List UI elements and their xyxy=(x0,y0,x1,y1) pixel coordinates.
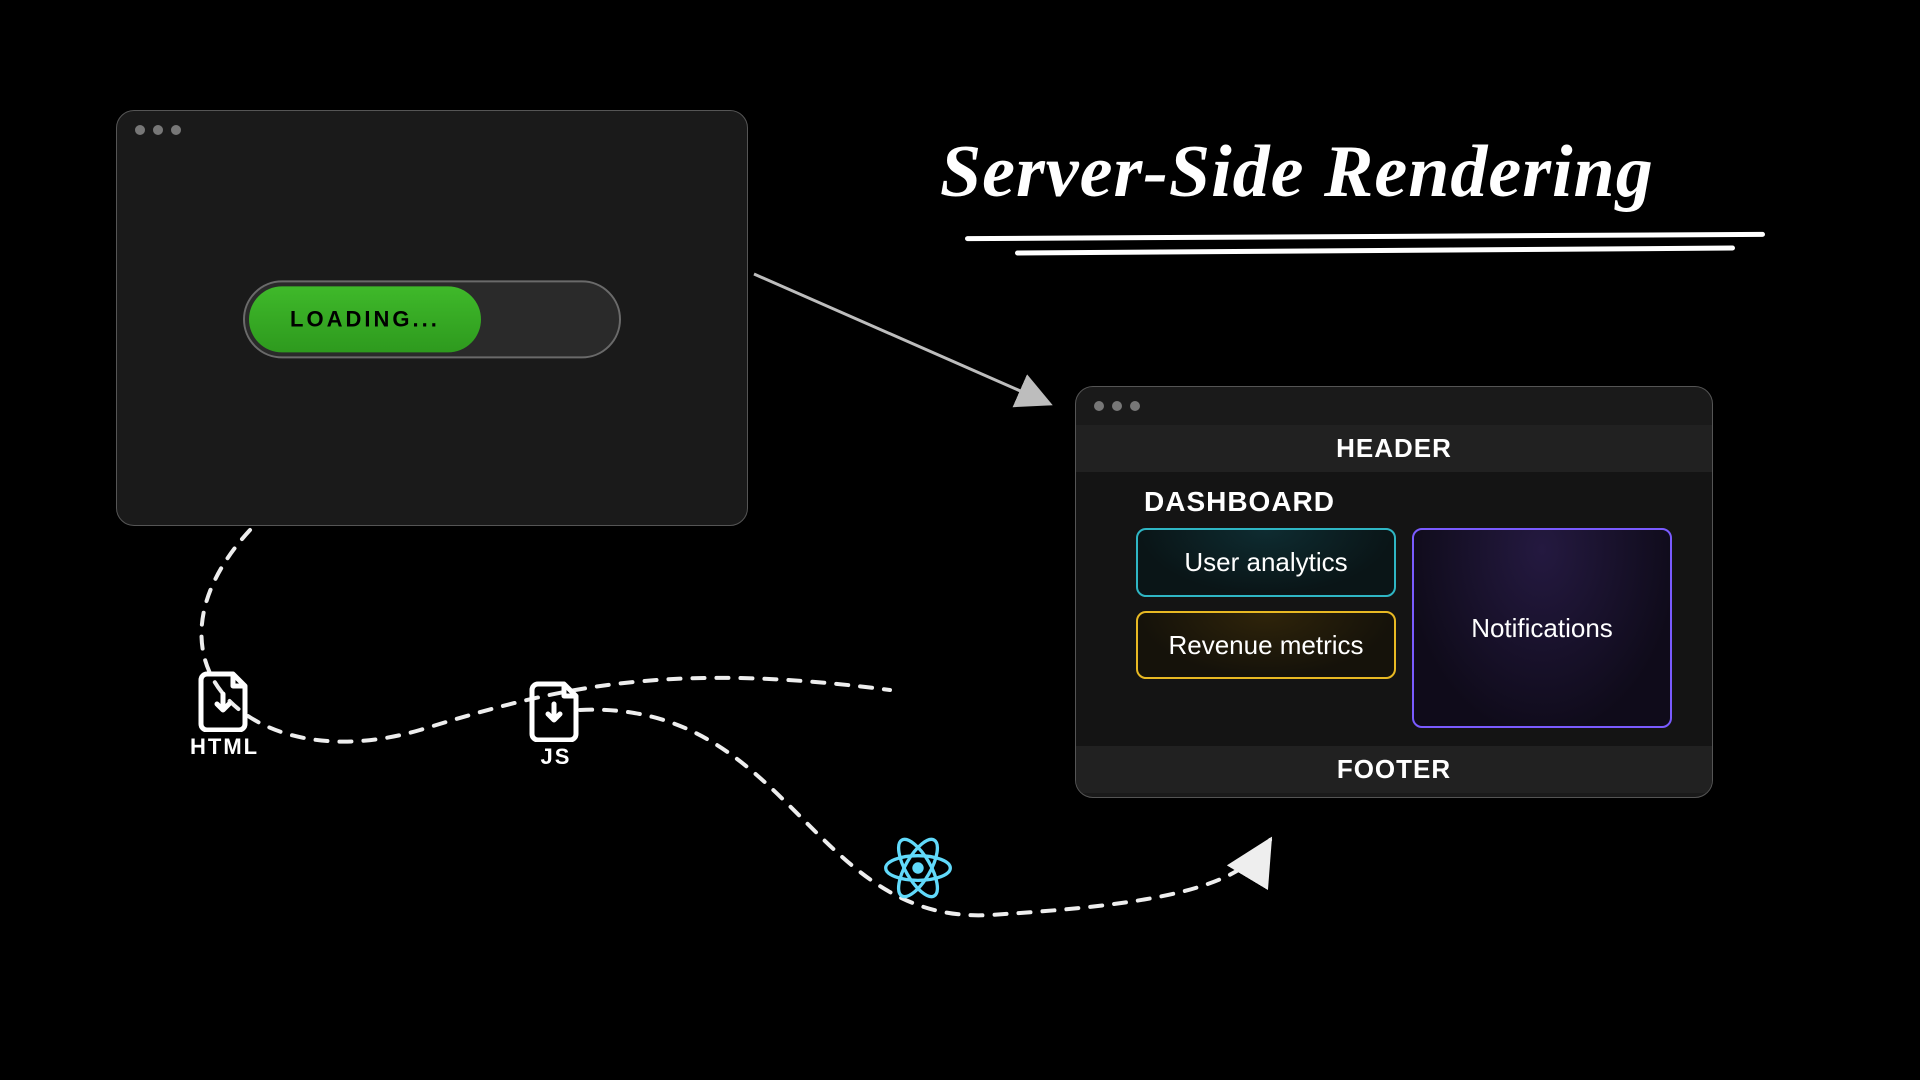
loading-label: LOADING... xyxy=(290,306,440,332)
window-dot-icon xyxy=(171,125,181,135)
html-file-icon: HTML xyxy=(190,670,259,760)
window-dot-icon xyxy=(1094,401,1104,411)
window-dot-icon xyxy=(153,125,163,135)
card-user-analytics: User analytics xyxy=(1136,528,1396,597)
window-dot-icon xyxy=(1130,401,1140,411)
window-dot-icon xyxy=(135,125,145,135)
window-titlebar xyxy=(1076,387,1712,425)
dashboard-title: DASHBOARD xyxy=(1136,486,1672,518)
html-file-label: HTML xyxy=(190,734,259,760)
card-notifications: Notifications xyxy=(1412,528,1672,728)
browser-window-loading: LOADING... xyxy=(116,110,748,526)
title-underline xyxy=(1015,245,1735,255)
card-revenue-metrics: Revenue metrics xyxy=(1136,611,1396,680)
window-titlebar xyxy=(117,111,747,149)
page-header: HEADER xyxy=(1076,425,1712,472)
diagram-title: Server-Side Rendering xyxy=(940,130,1654,215)
js-file-icon: JS xyxy=(528,680,584,770)
arrow-solid-icon xyxy=(750,268,1080,428)
progress-bar: LOADING... xyxy=(243,280,621,358)
title-underline xyxy=(965,232,1765,241)
js-file-label: JS xyxy=(541,744,572,770)
dashed-arrow-icon xyxy=(570,690,1300,950)
react-icon xyxy=(880,830,956,906)
window-dot-icon xyxy=(1112,401,1122,411)
progress-fill: LOADING... xyxy=(249,286,481,352)
